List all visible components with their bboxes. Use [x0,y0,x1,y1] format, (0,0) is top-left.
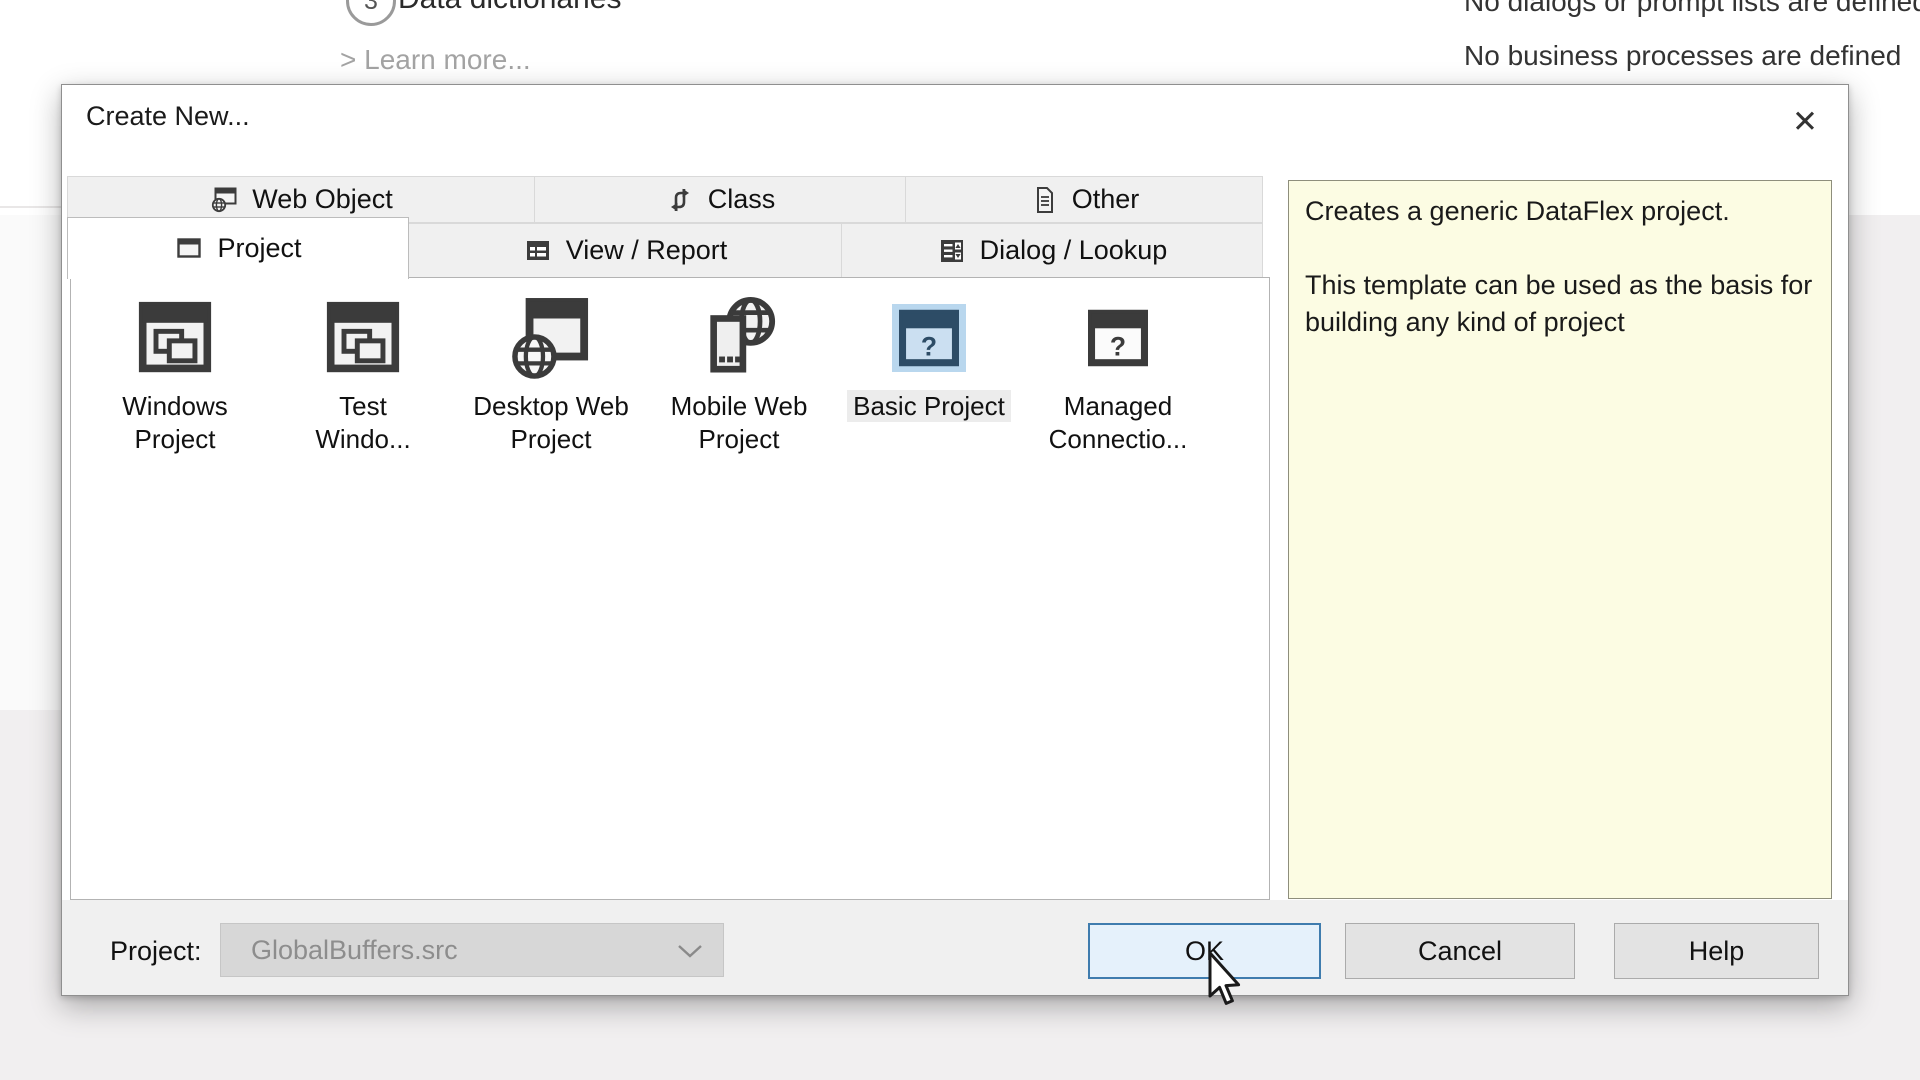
tab-project[interactable]: Project [67,217,409,279]
phone-globe-icon [700,296,778,380]
count-badge-value: 3 [364,0,378,16]
backdrop-divider-line [0,206,61,208]
tab-label: Web Object [252,184,393,215]
swap-arrows-icon [665,185,695,215]
question-window-icon: ? [897,308,961,368]
tab-label: Project [217,233,301,264]
window-globe-icon [512,296,590,380]
status-line-business-processes: No business processes are defined [1464,40,1901,72]
selected-item-highlight: ? [892,304,966,372]
mouse-cursor-icon [1203,951,1245,1009]
cascading-windows-icon [137,299,213,377]
dialog-title: Create New... [86,101,250,132]
list-item-desktop-web-project[interactable]: Desktop WebProject [459,290,643,456]
tab-web-object[interactable]: Web Object [67,176,535,223]
web-window-globe-icon [209,185,239,215]
item-label-line2: Project [647,423,831,456]
tab-label: Class [708,184,776,215]
project-dropdown-value: GlobalBuffers.src [251,924,458,976]
close-icon: ✕ [1792,104,1818,140]
template-list-panel: WindowsProject TestWindo... [70,277,1270,900]
close-button[interactable]: ✕ [1774,97,1836,147]
help-button[interactable]: Help [1614,923,1819,979]
item-label-line2: Windo... [271,423,455,456]
item-label-line1: Desktop Web [459,390,643,423]
tab-label: Other [1072,184,1140,215]
cancel-button[interactable]: Cancel [1345,923,1575,979]
svg-text:?: ? [921,332,937,362]
backdrop-left-panel [0,215,61,710]
item-label-line1: Mobile Web [647,390,831,423]
question-window-icon: ? [1086,308,1150,368]
list-item-mobile-web-project[interactable]: Mobile WebProject [647,290,831,456]
item-label-line1: Test [271,390,455,423]
svg-text:?: ? [1110,332,1126,362]
tab-dialog-lookup[interactable]: Dialog / Lookup [841,223,1263,278]
chevron-down-icon [677,943,703,959]
tab-label: Dialog / Lookup [980,235,1168,266]
form-rows-icon [523,236,553,266]
project-dropdown[interactable]: GlobalBuffers.src [220,923,724,977]
status-line-dialogs: No dialogs or prompt lists are defined [1464,0,1920,18]
document-icon [1029,185,1059,215]
tab-label: View / Report [566,235,728,266]
list-item-managed-connection[interactable]: ? ManagedConnectio... [1026,290,1210,456]
description-line2: This template can be used as the basis f… [1305,267,1815,341]
item-label-line2: Connectio... [1026,423,1210,456]
description-line1: Creates a generic DataFlex project. [1305,193,1815,230]
item-label-line1: Windows [83,390,267,423]
item-label-line1: Managed [1026,390,1210,423]
form-spinner-icon [937,236,967,266]
cascading-windows-icon [325,299,401,377]
create-new-dialog: Create New... ✕ Web Object Class Other [61,84,1849,996]
item-label-line2: Project [459,423,643,456]
data-dictionaries-label: Data dictionaries [398,0,621,16]
item-label-line1: Basic Project [847,390,1011,422]
tab-other[interactable]: Other [905,176,1263,223]
tab-view-report[interactable]: View / Report [408,223,842,278]
window-icon [174,234,204,264]
tab-class[interactable]: Class [534,176,906,223]
item-label-line2: Project [83,423,267,456]
list-item-windows-project[interactable]: WindowsProject [83,290,267,456]
list-item-test-window[interactable]: TestWindo... [271,290,455,456]
list-item-basic-project[interactable]: ? Basic Project [837,290,1021,423]
template-description-panel: Creates a generic DataFlex project. This… [1288,180,1832,899]
learn-more-link[interactable]: > Learn more... [340,44,531,76]
project-label: Project: [110,936,202,967]
